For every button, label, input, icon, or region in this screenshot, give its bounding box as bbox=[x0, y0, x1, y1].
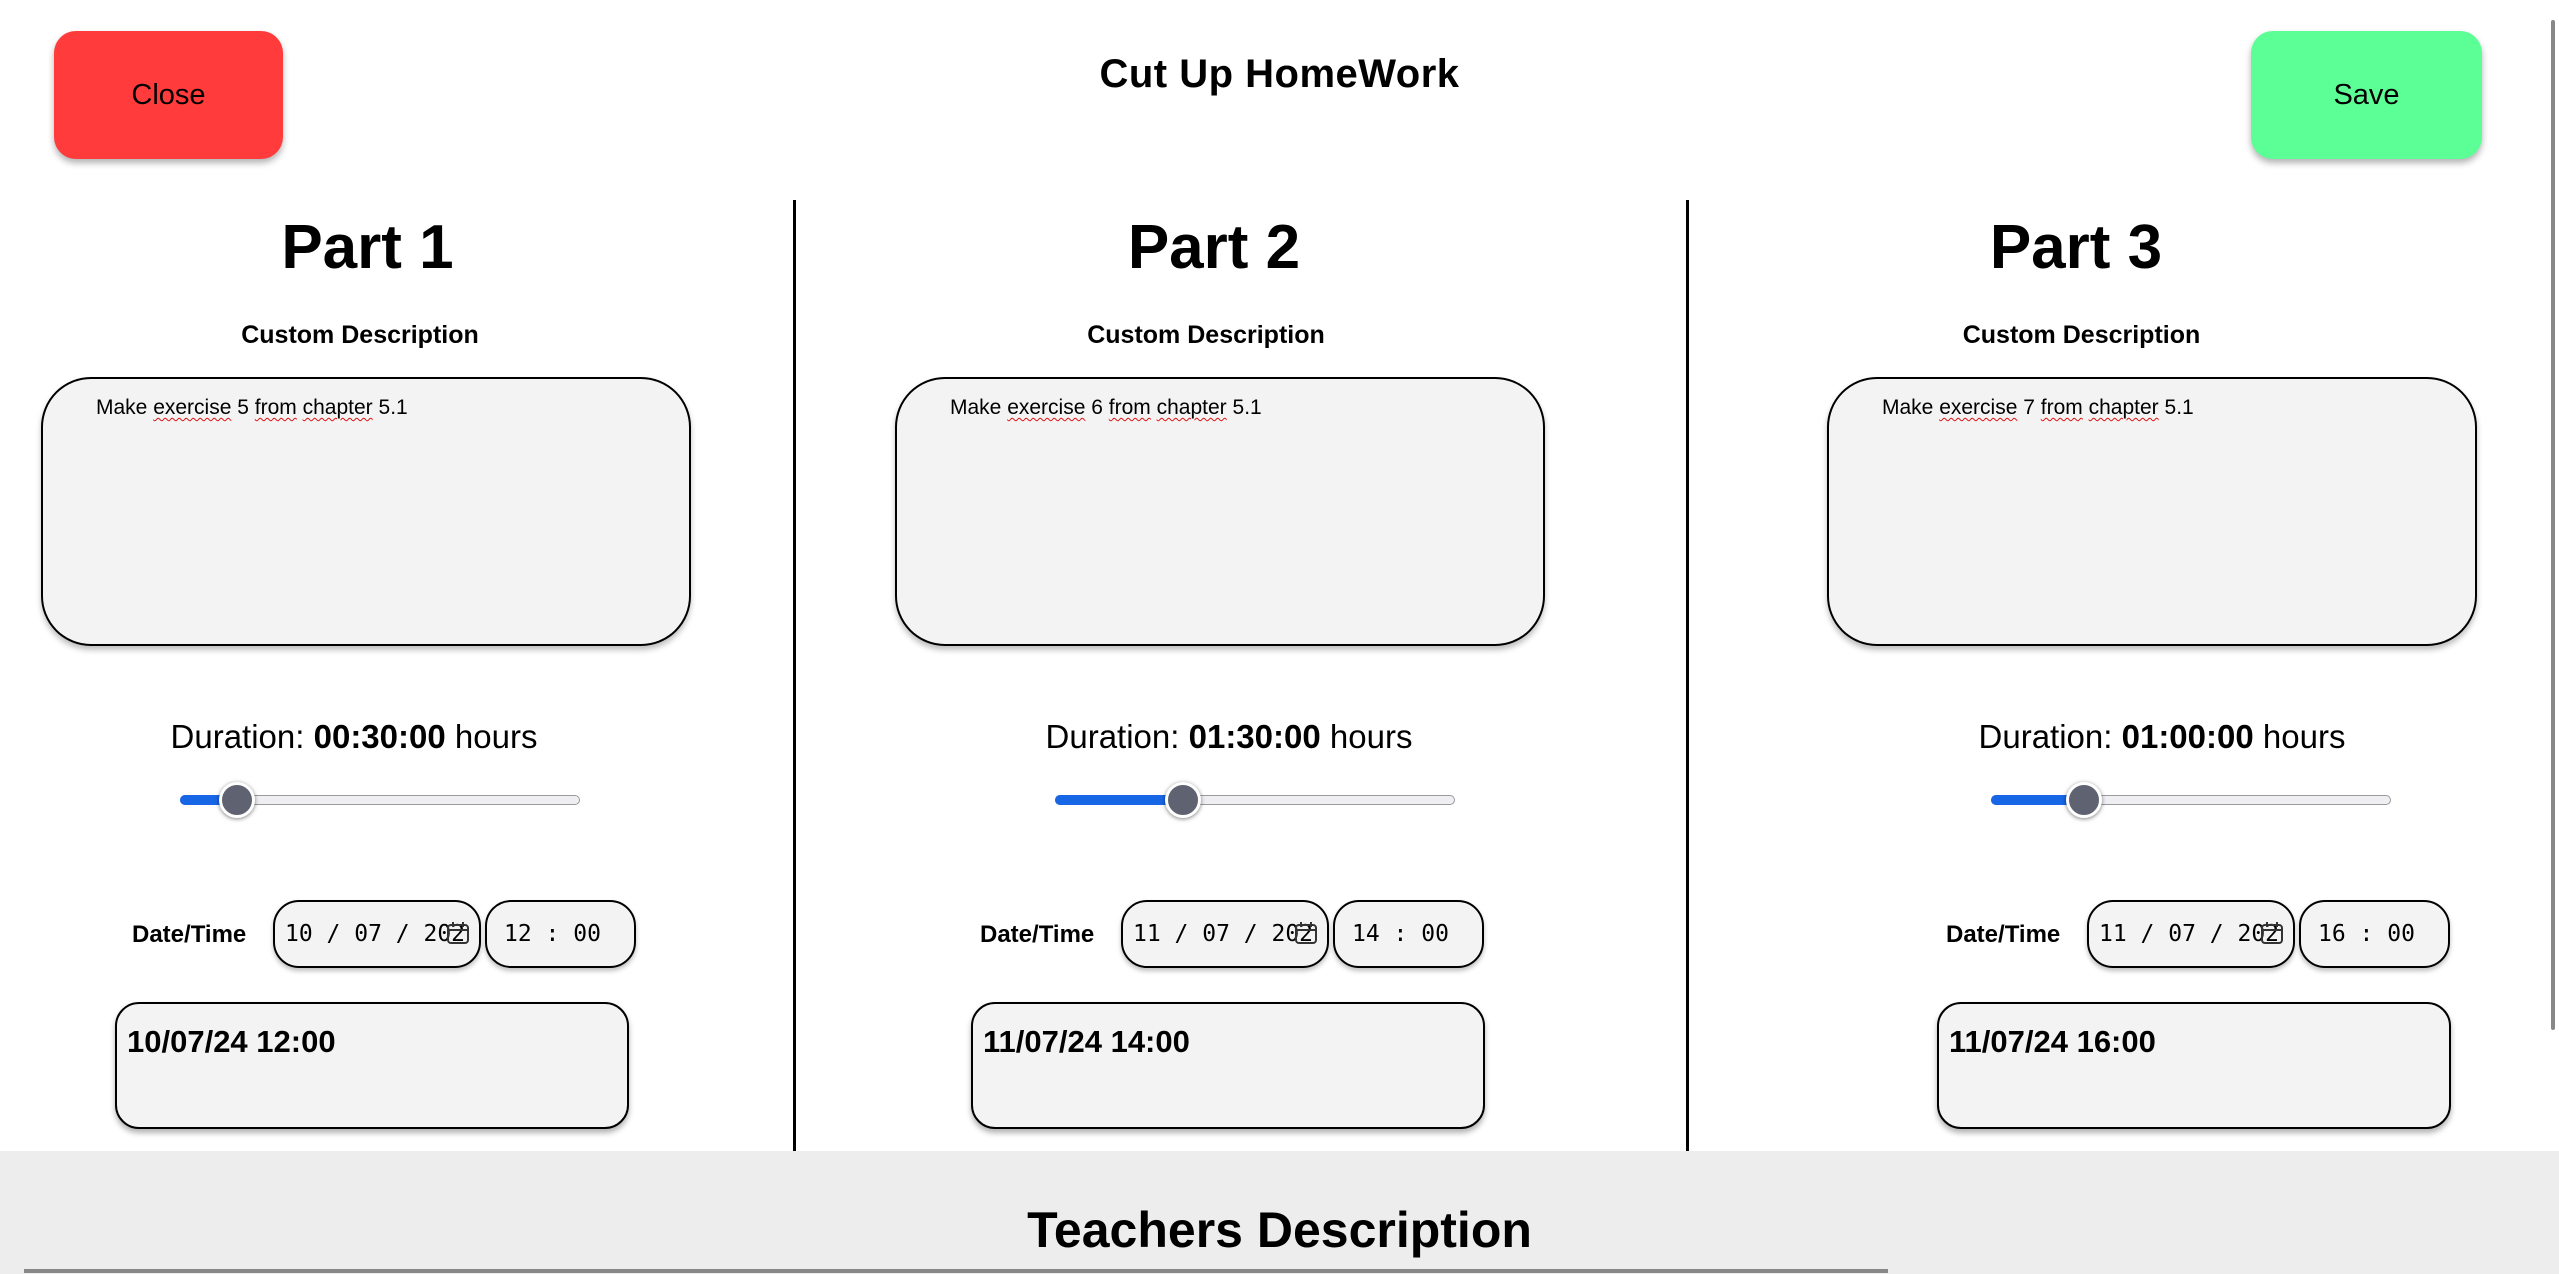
part-2-column: Part 2 Custom Description Make exercise … bbox=[796, 0, 1686, 1151]
date-input[interactable]: 10 / 07 / 202 bbox=[273, 900, 481, 968]
date-value: 11 / 07 / 202 bbox=[2099, 921, 2280, 947]
teachers-description-underline bbox=[24, 1269, 1888, 1273]
date-time-label: Date/Time bbox=[132, 921, 247, 948]
duration-readout: Duration: 00:30:00 hours bbox=[104, 718, 604, 756]
date-input[interactable]: 11 / 07 / 202 bbox=[2087, 900, 2295, 968]
time-input[interactable]: 16 : 00 bbox=[2299, 900, 2450, 968]
part-1-column: Part 1 Custom Description Make exercise … bbox=[0, 0, 793, 1151]
time-input[interactable]: 14 : 00 bbox=[1333, 900, 1484, 968]
description-word: exercise bbox=[1007, 396, 1086, 419]
description-word: from bbox=[2040, 396, 2083, 419]
description-word: Make bbox=[96, 396, 148, 419]
custom-description-label: Custom Description bbox=[1962, 321, 2201, 349]
calendar-icon[interactable] bbox=[1294, 921, 1318, 945]
slider-thumb[interactable] bbox=[1165, 782, 1201, 818]
date-time-label: Date/Time bbox=[980, 921, 1095, 948]
vertical-scrollbar[interactable] bbox=[2551, 20, 2555, 1030]
slider-thumb[interactable] bbox=[2066, 782, 2102, 818]
date-time-result: 10/07/24 12:00 bbox=[115, 1002, 629, 1129]
date-time-result: 11/07/24 16:00 bbox=[1937, 1002, 2451, 1129]
duration-label: Duration: bbox=[170, 718, 305, 755]
description-word: chapter bbox=[2088, 396, 2159, 419]
description-word: from bbox=[1108, 396, 1151, 419]
date-value: 11 / 07 / 202 bbox=[1133, 921, 1314, 947]
part-title: Part 2 bbox=[1127, 213, 1301, 282]
custom-description-textarea[interactable]: Make exercise 6 from chapter 5.1 bbox=[895, 377, 1545, 646]
part-title: Part 3 bbox=[1989, 213, 2163, 282]
custom-description-label: Custom Description bbox=[1087, 321, 1325, 349]
description-word: 6 bbox=[1091, 396, 1103, 419]
description-word: exercise bbox=[153, 396, 232, 419]
duration-value: 01:30:00 bbox=[1188, 718, 1321, 755]
duration-value: 01:00:00 bbox=[2121, 718, 2254, 755]
description-word: chapter bbox=[1156, 396, 1227, 419]
description-word: 5.1 bbox=[2164, 396, 2194, 419]
duration-readout: Duration: 01:30:00 hours bbox=[979, 718, 1479, 756]
part-3-column: Part 3 Custom Description Make exercise … bbox=[1689, 0, 2549, 1151]
custom-description-textarea[interactable]: Make exercise 7 from chapter 5.1 bbox=[1827, 377, 2477, 646]
description-word: 5.1 bbox=[1232, 396, 1262, 419]
description-word: exercise bbox=[1939, 396, 2018, 419]
duration-label: Duration: bbox=[1045, 718, 1180, 755]
custom-description-label: Custom Description bbox=[241, 321, 479, 349]
duration-unit: hours bbox=[2262, 718, 2346, 755]
date-time-label: Date/Time bbox=[1946, 921, 2061, 948]
description-word: Make bbox=[950, 396, 1002, 419]
time-value: 16 : 00 bbox=[2318, 921, 2415, 947]
description-word: Make bbox=[1882, 396, 1934, 419]
slider-thumb[interactable] bbox=[219, 782, 255, 818]
duration-readout: Duration: 01:00:00 hours bbox=[1912, 718, 2412, 756]
teachers-description-section: Teachers Description bbox=[0, 1151, 2559, 1274]
date-value: 10 / 07 / 202 bbox=[285, 921, 466, 947]
part-title: Part 1 bbox=[281, 213, 454, 282]
date-input[interactable]: 11 / 07 / 202 bbox=[1121, 900, 1329, 968]
time-value: 14 : 00 bbox=[1352, 921, 1449, 947]
description-word: from bbox=[254, 396, 297, 419]
calendar-icon[interactable] bbox=[2260, 921, 2284, 945]
date-time-result: 11/07/24 14:00 bbox=[971, 1002, 1485, 1129]
cut-up-homework-page: Close Cut Up HomeWork Save Part 1 Custom… bbox=[0, 0, 2559, 1274]
time-input[interactable]: 12 : 00 bbox=[485, 900, 636, 968]
custom-description-textarea[interactable]: Make exercise 5 from chapter 5.1 bbox=[41, 377, 691, 646]
duration-unit: hours bbox=[1329, 718, 1413, 755]
calendar-icon[interactable] bbox=[446, 921, 470, 945]
duration-value: 00:30:00 bbox=[313, 718, 446, 755]
duration-slider[interactable] bbox=[1991, 782, 2391, 818]
time-value: 12 : 00 bbox=[504, 921, 601, 947]
description-word: 7 bbox=[2023, 396, 2035, 419]
duration-slider[interactable] bbox=[180, 782, 580, 818]
duration-slider[interactable] bbox=[1055, 782, 1455, 818]
duration-unit: hours bbox=[454, 718, 538, 755]
description-word: chapter bbox=[302, 396, 373, 419]
teachers-description-title: Teachers Description bbox=[1027, 1202, 1532, 1258]
description-word: 5.1 bbox=[378, 396, 408, 419]
duration-label: Duration: bbox=[1978, 718, 2113, 755]
description-word: 5 bbox=[237, 396, 249, 419]
